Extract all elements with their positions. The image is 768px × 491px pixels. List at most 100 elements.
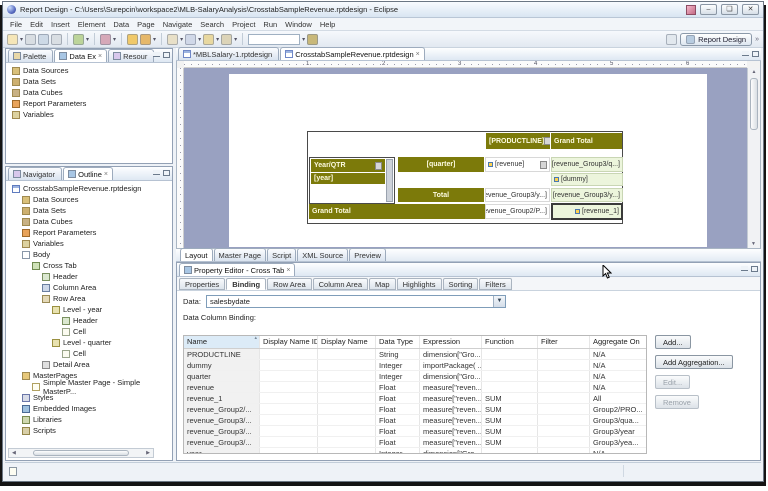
cell-menu-icon[interactable] bbox=[544, 137, 550, 145]
revenue-group3-q-cell[interactable]: [revenue_Group3/q...] bbox=[551, 157, 623, 172]
tree-item[interactable]: Data Cubes bbox=[6, 87, 172, 98]
print-icon[interactable] bbox=[51, 34, 62, 45]
column-header[interactable]: Filter bbox=[538, 336, 590, 348]
revenue-cell[interactable]: [revenue] bbox=[485, 157, 550, 172]
editor-tab[interactable]: *MBLSalary-1.rptdesign bbox=[178, 47, 279, 60]
new-report-icon[interactable] bbox=[7, 34, 18, 45]
cell-menu-icon[interactable] bbox=[540, 161, 547, 169]
menu-item[interactable]: Element bbox=[74, 20, 110, 29]
scroll-left-icon[interactable]: ◀ bbox=[9, 450, 19, 456]
tree-item[interactable]: Simple Master Page - Simple MasterP... bbox=[6, 381, 172, 392]
dataset-dropdown-icon[interactable]: ▾ bbox=[113, 36, 116, 43]
revenue-group2-p-cell[interactable]: [revenue_Group2/P...] bbox=[485, 204, 550, 219]
tree-item[interactable]: Data Cubes bbox=[6, 216, 172, 227]
report-page[interactable]: [PRODUCTLINE] Grand Total Year/QTR bbox=[229, 74, 707, 247]
column-header[interactable]: Data Type bbox=[376, 336, 420, 348]
minimize-view-icon[interactable] bbox=[153, 170, 160, 175]
tree-item[interactable]: Embedded Images bbox=[6, 403, 172, 414]
binding-action-button[interactable]: Remove bbox=[655, 395, 699, 409]
column-header[interactable]: Display Name bbox=[318, 336, 376, 348]
block-scrollbar[interactable] bbox=[386, 159, 393, 202]
maximize-view-icon[interactable] bbox=[752, 51, 759, 57]
scrollbar-thumb[interactable] bbox=[33, 450, 129, 456]
tree-item[interactable]: Body bbox=[6, 249, 172, 260]
title-bar[interactable]: Report Design - C:\Users\Surepcin\worksp… bbox=[3, 2, 763, 18]
property-editor-tab[interactable]: Property Editor - Cross Tab × bbox=[179, 263, 295, 276]
year-cell[interactable]: [year] bbox=[311, 173, 385, 184]
tree-item[interactable]: Level - year bbox=[6, 304, 172, 315]
toolbar-combo[interactable] bbox=[248, 34, 300, 45]
binding-table-row[interactable]: quarter Integer dimension["Gro... N/A bbox=[184, 371, 646, 382]
tree-item[interactable]: Variables bbox=[6, 238, 172, 249]
menu-item[interactable]: Insert bbox=[47, 20, 74, 29]
preview-report-icon[interactable] bbox=[127, 34, 138, 45]
panel-tab[interactable]: Navigator bbox=[8, 167, 62, 180]
tree-item[interactable]: Column Area bbox=[6, 282, 172, 293]
menu-item[interactable]: Edit bbox=[26, 20, 47, 29]
minimize-button[interactable]: – bbox=[700, 4, 717, 15]
binding-table-row[interactable]: revenue_1 Float measure["reven... SUM Al… bbox=[184, 393, 646, 404]
menu-item[interactable]: Project bbox=[228, 20, 259, 29]
dummy-cell[interactable]: [dummy] bbox=[551, 173, 623, 186]
revenue-1-cell-selected[interactable]: [revenue_1] bbox=[551, 203, 623, 220]
tree-item[interactable]: Data Sources bbox=[6, 194, 172, 205]
minimize-view-icon[interactable] bbox=[153, 52, 160, 57]
insert-element-icon[interactable] bbox=[167, 34, 178, 45]
tree-item[interactable]: Detail Area bbox=[6, 359, 172, 370]
binding-table-row[interactable]: PRODUCTLINE String dimension["Gro... N/A bbox=[184, 349, 646, 360]
new-datasource-icon[interactable] bbox=[73, 34, 84, 45]
property-subtab[interactable]: Binding bbox=[226, 278, 266, 290]
menu-item[interactable]: Window bbox=[281, 20, 316, 29]
tab-close-icon[interactable]: × bbox=[104, 171, 108, 178]
property-subtab[interactable]: Properties bbox=[179, 278, 225, 290]
revenue-group3-y-grand-cell[interactable]: [revenue_Group3/y...] bbox=[551, 188, 623, 202]
tree-item[interactable]: Data Sets bbox=[6, 76, 172, 87]
panel-tab[interactable]: Resour bbox=[108, 49, 154, 62]
layout-canvas[interactable]: 123456 [PRODUCTLINE] Grand Total bbox=[176, 61, 761, 249]
tab-close-icon[interactable]: × bbox=[416, 51, 420, 58]
page-tab[interactable]: Script bbox=[267, 248, 296, 261]
report-design-perspective-button[interactable]: Report Design bbox=[680, 33, 752, 46]
column-header-name[interactable]: Name▴ bbox=[184, 336, 260, 348]
property-subtab[interactable]: Map bbox=[369, 278, 396, 290]
external-preview-icon[interactable] bbox=[307, 34, 318, 45]
page-tab[interactable]: Preview bbox=[349, 248, 386, 261]
crosstab-grand-total-column-cell[interactable]: Grand Total bbox=[551, 133, 622, 149]
data-select[interactable]: salesbydate ▼ bbox=[206, 295, 506, 308]
tab-close-icon[interactable]: × bbox=[286, 267, 290, 274]
perspective-overflow-icon[interactable]: » bbox=[755, 36, 759, 43]
undo-icon[interactable] bbox=[185, 34, 196, 45]
property-subtab[interactable]: Highlights bbox=[397, 278, 442, 290]
binding-action-button[interactable]: Add... bbox=[655, 335, 691, 349]
maximize-view-icon[interactable] bbox=[751, 266, 758, 272]
new-dataset-icon[interactable] bbox=[100, 34, 111, 45]
tree-item[interactable]: Libraries bbox=[6, 414, 172, 425]
page-tab[interactable]: Layout bbox=[180, 248, 213, 261]
menu-item[interactable]: Page bbox=[133, 20, 159, 29]
tree-item[interactable]: Scripts bbox=[6, 425, 172, 436]
panel-tab[interactable]: Data Ex × bbox=[54, 49, 107, 62]
minimize-view-icon[interactable] bbox=[741, 266, 748, 271]
redo-icon[interactable] bbox=[203, 34, 214, 45]
tree-item[interactable]: Level - quarter bbox=[6, 337, 172, 348]
tree-item[interactable]: Cell bbox=[6, 348, 172, 359]
property-subtab[interactable]: Column Area bbox=[313, 278, 368, 290]
menu-item[interactable]: File bbox=[6, 20, 26, 29]
crosstab-column-header-cell[interactable]: [PRODUCTLINE] bbox=[486, 133, 550, 149]
tree-item[interactable]: Header bbox=[6, 271, 172, 282]
scroll-up-icon[interactable]: ▲ bbox=[748, 68, 760, 76]
menu-item[interactable]: Run bbox=[259, 20, 281, 29]
perspective-grid-icon[interactable] bbox=[666, 34, 677, 45]
style-dropdown-icon[interactable]: ▾ bbox=[153, 36, 156, 43]
save-icon[interactable] bbox=[25, 34, 36, 45]
menu-item[interactable]: Navigate bbox=[159, 20, 197, 29]
binding-action-button[interactable]: Edit... bbox=[655, 375, 690, 389]
page-tab[interactable]: Master Page bbox=[214, 248, 267, 261]
tab-close-icon[interactable]: × bbox=[98, 53, 102, 60]
panel-tab[interactable]: Palette bbox=[8, 49, 53, 62]
binding-table-row[interactable]: dummy Integer importPackage( ... N/A bbox=[184, 360, 646, 371]
tree-item[interactable]: Data Sources bbox=[6, 65, 172, 76]
tree-item[interactable]: Data Sets bbox=[6, 205, 172, 216]
column-header[interactable]: Function bbox=[482, 336, 538, 348]
property-subtab[interactable]: Filters bbox=[479, 278, 511, 290]
